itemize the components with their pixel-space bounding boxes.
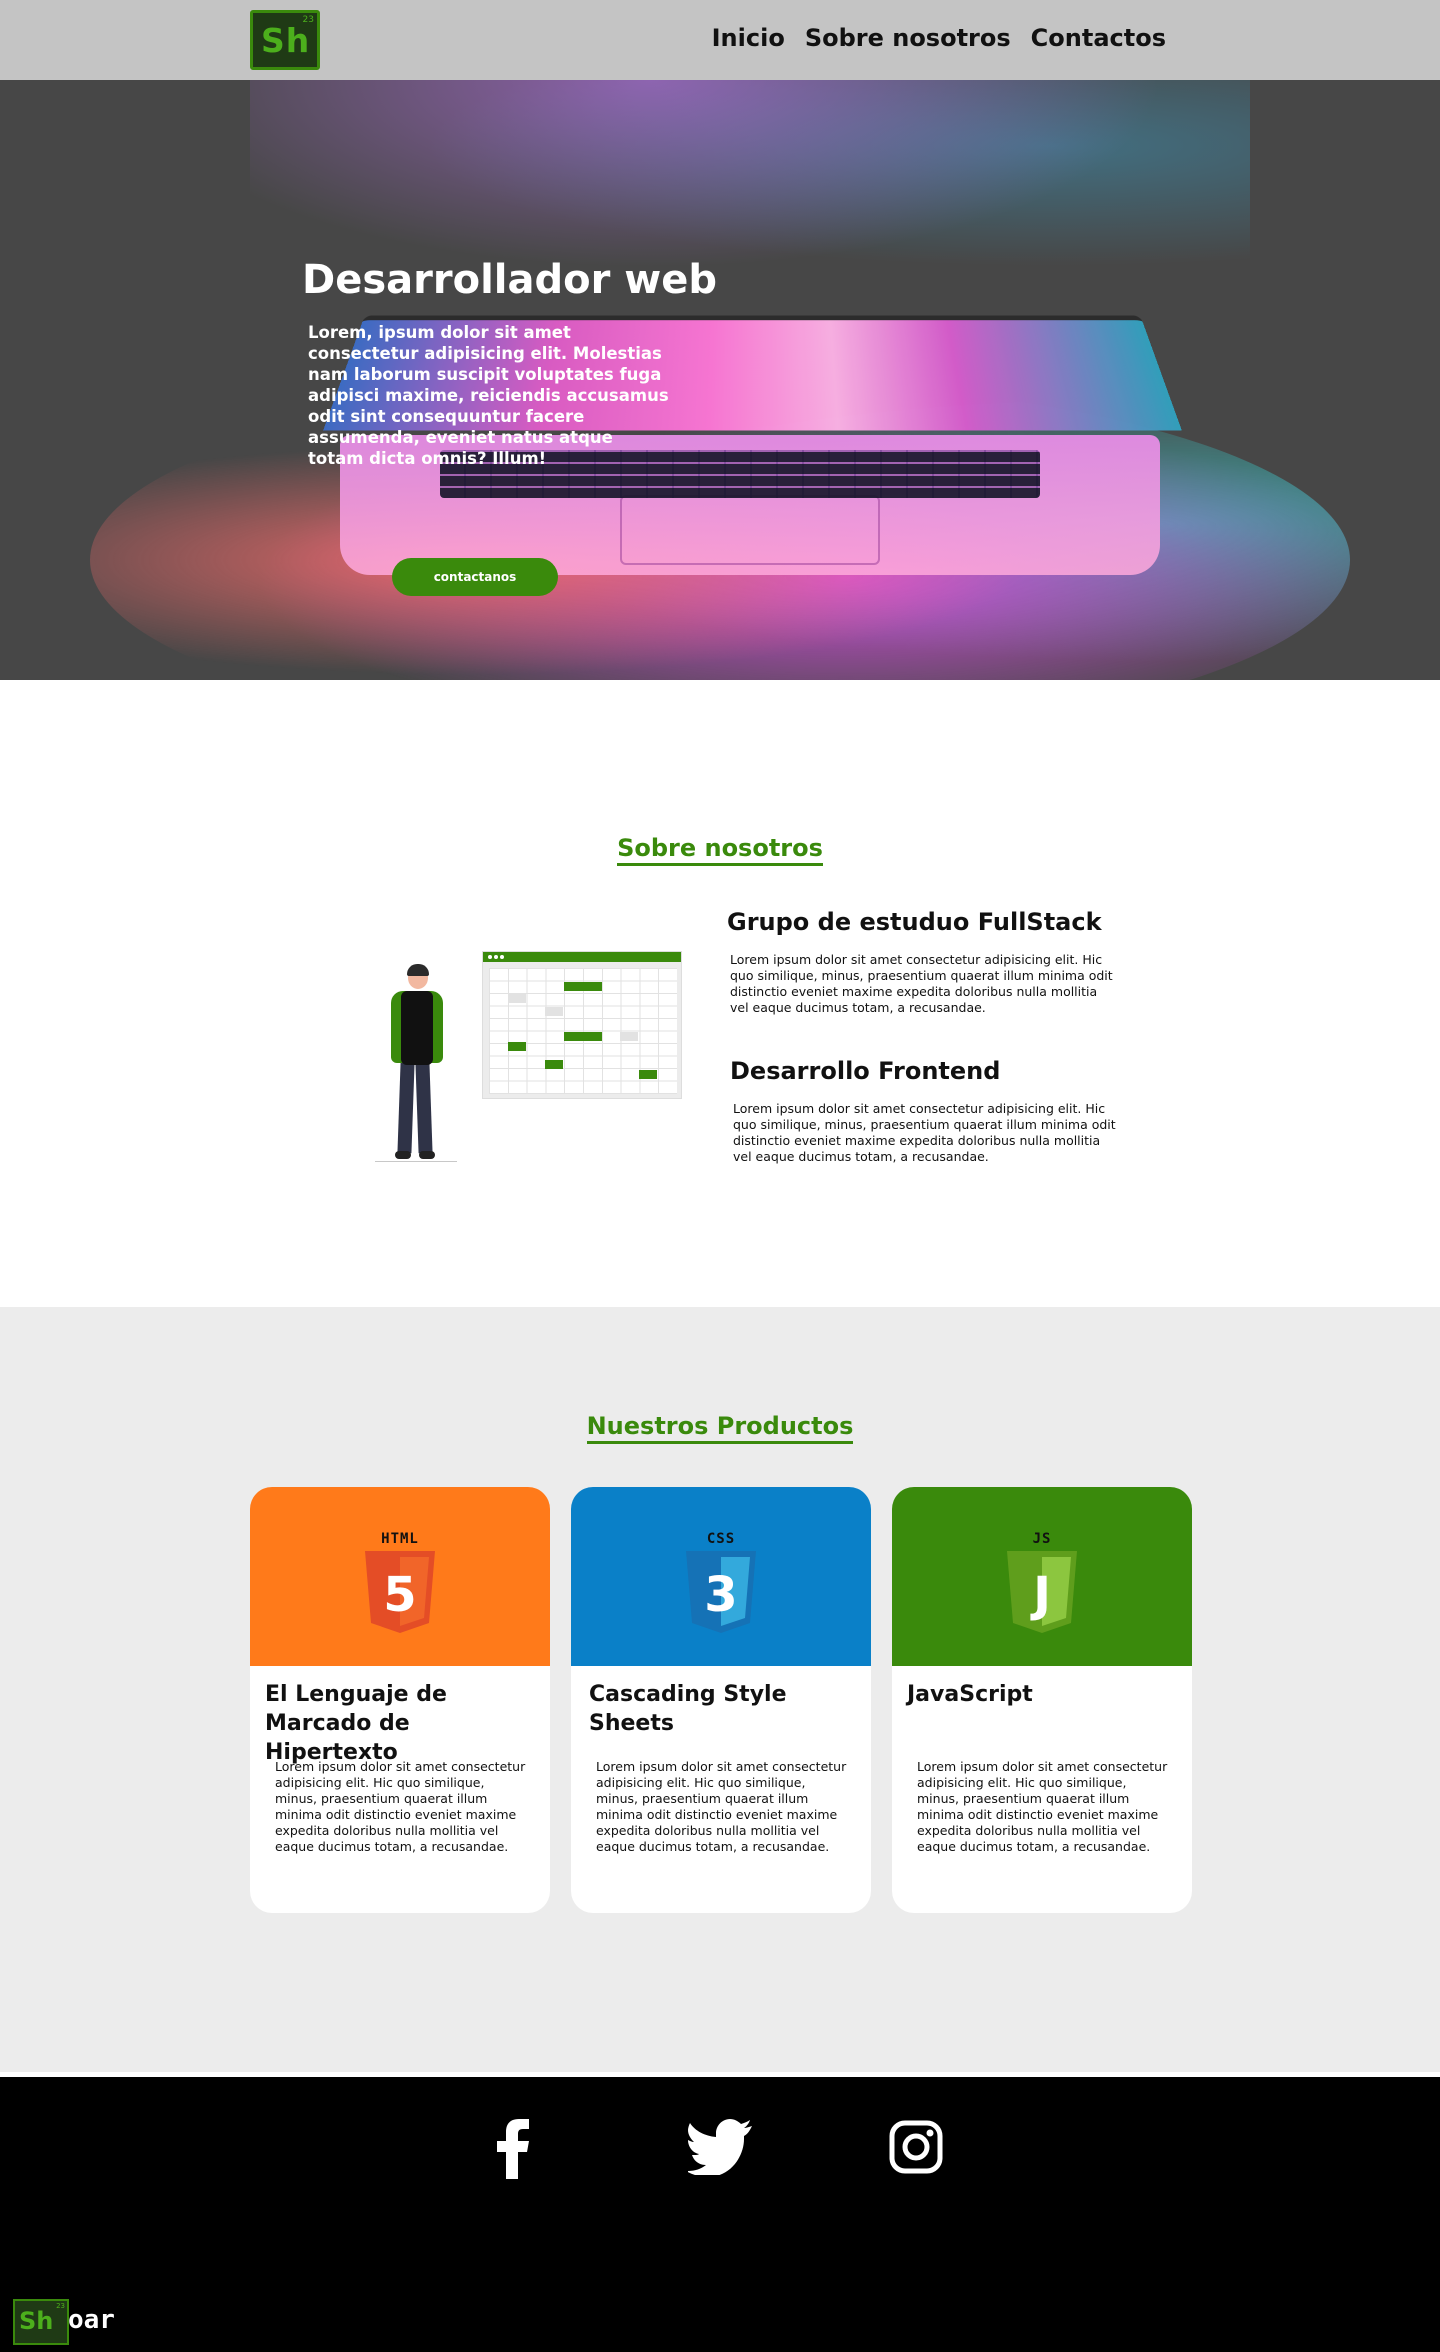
- card-heading: Cascading Style Sheets: [589, 1682, 787, 1736]
- nav-link-sobre-nosotros[interactable]: Sobre nosotros: [805, 24, 1011, 52]
- card-header: HTML 5: [250, 1487, 550, 1666]
- calendar-board: [482, 951, 682, 1099]
- logo-text: Sh: [261, 21, 311, 60]
- top-navbar: Sh 23 Inicio Sobre nosotros Contactos: [0, 0, 1440, 80]
- html5-icon: HTML 5: [360, 1531, 440, 1641]
- about-section: Sobre nosotros Grupo de estuduo FullStac…: [0, 680, 1440, 1307]
- product-card-html[interactable]: HTML 5 El Lenguaje de Marcado de Hiperte…: [250, 1487, 550, 1913]
- about-block-text: Lorem ipsum dolor sit amet consectetur a…: [733, 1101, 1116, 1164]
- card-header: JS J: [892, 1487, 1192, 1666]
- card-text: Lorem ipsum dolor sit amet consectetur a…: [275, 1759, 526, 1854]
- css3-icon: CSS 3: [681, 1531, 761, 1641]
- instagram-icon[interactable]: [888, 2119, 944, 2179]
- card-header: CSS 3: [571, 1487, 871, 1666]
- nav-link-contactos[interactable]: Contactos: [1031, 24, 1166, 52]
- hero-banner: Desarrollador web Lorem, ipsum dolor sit…: [0, 80, 1440, 680]
- logo[interactable]: Sh 23: [250, 10, 320, 70]
- about-block-heading: Grupo de estuduo FullStack: [727, 908, 1102, 936]
- card-text: Lorem ipsum dolor sit amet consectetur a…: [596, 1759, 847, 1854]
- footer-logo-text: Sh: [19, 2307, 54, 2335]
- svg-text:5: 5: [383, 1567, 416, 1623]
- footer-brand-name: oar: [68, 2305, 115, 2335]
- js-icon: JS J: [1002, 1531, 1082, 1641]
- footer-logo[interactable]: Sh 23: [13, 2299, 69, 2345]
- twitter-icon[interactable]: [686, 2119, 752, 2179]
- about-illustration: [375, 951, 685, 1181]
- main-menu: Inicio Sobre nosotros Contactos: [712, 24, 1166, 52]
- contact-button[interactable]: contactanos: [392, 558, 558, 596]
- about-block-heading: Desarrollo Frontend: [730, 1057, 1001, 1085]
- svg-text:J: J: [1030, 1567, 1051, 1623]
- products-section: Nuestros Productos HTML 5 El Lenguaje de…: [0, 1307, 1440, 2072]
- svg-text:3: 3: [704, 1567, 737, 1623]
- product-card-js[interactable]: JS J JavaScript Lorem ipsum dolor sit am…: [892, 1487, 1192, 1913]
- products-title: Nuestros Productos: [586, 1412, 854, 1444]
- card-text: Lorem ipsum dolor sit amet consectetur a…: [917, 1759, 1168, 1854]
- card-heading: JavaScript: [907, 1682, 1033, 1707]
- footer-logo-number: 23: [56, 2302, 65, 2310]
- product-card-css[interactable]: CSS 3 Cascading Style Sheets Lorem ipsum…: [571, 1487, 871, 1913]
- nav-link-inicio[interactable]: Inicio: [712, 24, 785, 52]
- about-block-fullstack: Grupo de estuduo FullStack Lorem ipsum d…: [727, 908, 1117, 1016]
- about-title: Sobre nosotros: [617, 834, 823, 866]
- about-block-frontend: Desarrollo Frontend Lorem ipsum dolor si…: [730, 1057, 1120, 1165]
- logo-number: 23: [302, 15, 314, 25]
- footer: Sh 23 oar: [0, 2072, 1440, 2352]
- hero-title: Desarrollador web: [302, 257, 717, 303]
- hero-text: Lorem, ipsum dolor sit amet consectetur …: [308, 323, 669, 468]
- card-heading: El Lenguaje de Marcado de Hipertexto: [265, 1682, 447, 1765]
- about-block-text: Lorem ipsum dolor sit amet consectetur a…: [730, 952, 1113, 1015]
- facebook-icon[interactable]: [495, 2119, 531, 2183]
